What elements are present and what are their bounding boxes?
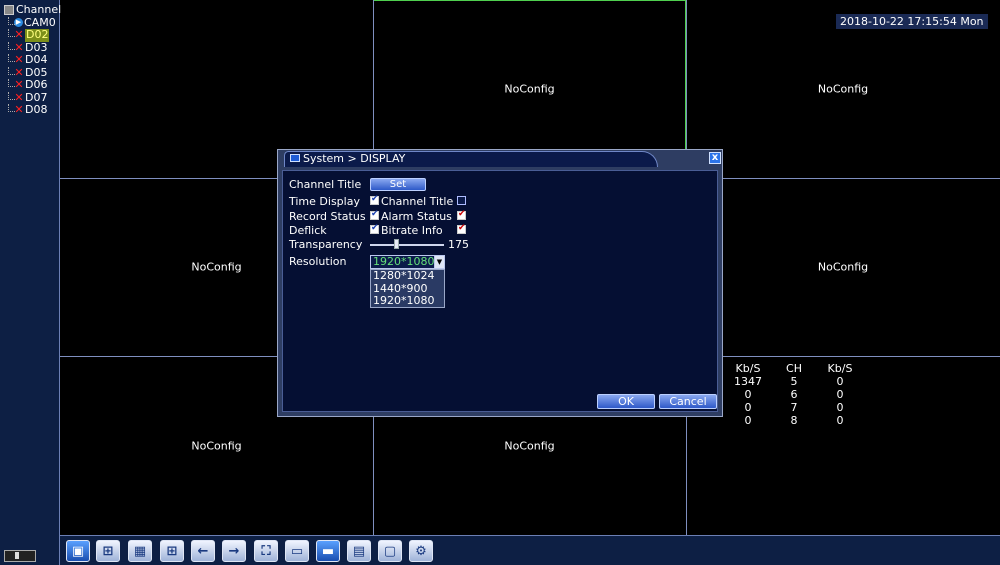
channel-item-d02[interactable]: ✕ D02 xyxy=(4,28,61,42)
table-row: 0 6 0 xyxy=(726,388,862,401)
kbs-value: 0 xyxy=(836,388,844,401)
settings-icon[interactable]: ⚙ xyxy=(409,540,433,562)
channel-label: D08 xyxy=(25,103,48,116)
bitrate-header-row: Kb/S CH Kb/S xyxy=(726,362,862,375)
bitrate-info-checkbox[interactable] xyxy=(457,223,466,234)
single-view-icon[interactable]: ▣ xyxy=(66,540,90,562)
disconnected-x-icon: ✕ xyxy=(14,78,24,91)
record-icon[interactable]: ▢ xyxy=(378,540,402,562)
transparency-value: 175 xyxy=(448,238,469,251)
cancel-button[interactable]: Cancel xyxy=(659,394,717,409)
table-row: 0 8 0 xyxy=(726,414,862,427)
ok-button[interactable]: OK xyxy=(597,394,655,409)
previous-arrow-icon[interactable]: ← xyxy=(191,540,215,562)
cell-status: NoConfig xyxy=(504,82,555,96)
kbs-value: 0 xyxy=(744,401,752,414)
display-icon[interactable]: ▬ xyxy=(316,540,340,562)
next-arrow-icon[interactable]: → xyxy=(222,540,246,562)
cell-status: NoConfig xyxy=(191,439,242,452)
kbs-value: 0 xyxy=(836,401,844,414)
fullscreen-icon[interactable]: ⛶ xyxy=(254,540,278,562)
nine-view-icon[interactable]: ▦ xyxy=(128,540,152,562)
header-ch: CH xyxy=(786,362,802,375)
dialog-body: Channel Title Set Time Display Channel T… xyxy=(282,170,718,412)
record-status-checkbox[interactable] xyxy=(370,209,379,220)
resolution-dropdown-list: 1280*1024 1440*900 1920*1080 xyxy=(370,269,445,308)
camera-connected-icon: ▶ xyxy=(14,18,23,28)
display-settings-dialog: System > DISPLAY x Channel Title Set Tim… xyxy=(277,149,723,417)
ch-value: 8 xyxy=(790,414,798,427)
ch-value: 7 xyxy=(790,401,798,414)
bottom-toolbar: ▣ ⊞ ▦ ⊞ ← → ⛶ ▭ ▬ ▤ ▢ ⚙ xyxy=(60,535,1000,565)
channel-title-label: Channel Title xyxy=(289,178,362,191)
channel-item-d08[interactable]: ✕ D08 xyxy=(4,103,61,117)
kbs-value: 1347 xyxy=(734,375,762,388)
header-kbs-1: Kb/S xyxy=(735,362,761,375)
channel-label: D06 xyxy=(25,78,48,91)
channel-sidebar: Channel ▶ CAM0 ✕ D02 ✕ D03 ✕ D04 ✕ D05 ✕… xyxy=(0,0,62,565)
monitor-icon xyxy=(290,154,300,162)
monitor-icon[interactable]: ▭ xyxy=(285,540,309,562)
cell-status: NoConfig xyxy=(504,439,555,452)
video-cell-6[interactable]: NoConfig xyxy=(686,178,1000,356)
disconnected-x-icon: ✕ xyxy=(14,53,24,66)
bitrate-table: Kb/S CH Kb/S 1347 5 0 0 6 0 0 7 0 0 8 0 xyxy=(726,362,862,427)
time-display-label: Time Display xyxy=(289,195,360,208)
transparency-slider[interactable] xyxy=(370,244,444,246)
resolution-select[interactable]: 1920*1080 ▼ xyxy=(370,255,445,269)
alarm-status-label: Alarm Status xyxy=(381,210,452,223)
disconnected-x-icon: ✕ xyxy=(14,28,24,41)
collapse-icon[interactable] xyxy=(4,5,14,16)
ch-value: 6 xyxy=(790,388,798,401)
channel-label: D02 xyxy=(25,28,50,42)
cell-status: NoConfig xyxy=(817,82,869,96)
header-kbs-2: Kb/S xyxy=(827,362,853,375)
datetime-display: 2018-10-22 17:15:54 Mon xyxy=(836,14,988,29)
sidebar-scrollbar[interactable] xyxy=(4,550,36,562)
resolution-option[interactable]: 1280*1024 xyxy=(371,269,444,283)
deflick-checkbox[interactable] xyxy=(370,223,379,234)
kbs-value: 0 xyxy=(744,414,752,427)
quad-view-icon[interactable]: ⊞ xyxy=(96,540,120,562)
channel-title-checkbox-label: Channel Title xyxy=(381,195,454,208)
chevron-down-icon[interactable]: ▼ xyxy=(434,256,444,268)
playback-icon[interactable]: ▤ xyxy=(347,540,371,562)
channel-title-checkbox[interactable] xyxy=(457,196,466,205)
kbs-value: 0 xyxy=(836,414,844,427)
sixteen-view-icon[interactable]: ⊞ xyxy=(160,540,184,562)
close-icon[interactable]: x xyxy=(709,152,721,164)
channel-label: D04 xyxy=(25,53,48,66)
dialog-title: System > DISPLAY xyxy=(303,152,406,165)
resolution-label: Resolution xyxy=(289,255,347,268)
set-button[interactable]: Set xyxy=(370,178,426,191)
deflick-label: Deflick xyxy=(289,224,327,237)
dialog-title-bar[interactable]: System > DISPLAY x xyxy=(278,150,722,168)
bitrate-stats: Kb/S CH Kb/S 1347 5 0 0 6 0 0 7 0 0 8 0 xyxy=(726,362,862,427)
channel-tree-root[interactable]: Channel xyxy=(4,3,62,17)
channel-item-d04[interactable]: ✕ D04 xyxy=(4,53,61,67)
alarm-status-checkbox[interactable] xyxy=(457,209,466,220)
record-status-label: Record Status xyxy=(289,210,366,223)
resolution-selected-value: 1920*1080 xyxy=(373,255,435,268)
transparency-label: Transparency xyxy=(289,238,363,251)
table-row: 0 7 0 xyxy=(726,401,862,414)
time-display-checkbox[interactable] xyxy=(370,194,379,205)
resolution-option[interactable]: 1920*1080 xyxy=(371,294,444,308)
kbs-value: 0 xyxy=(836,375,844,388)
disconnected-x-icon: ✕ xyxy=(14,103,24,116)
channel-root-label: Channel xyxy=(16,3,62,16)
kbs-value: 0 xyxy=(744,388,752,401)
table-row: 1347 5 0 xyxy=(726,375,862,388)
ch-value: 5 xyxy=(790,375,798,388)
transparency-slider-thumb[interactable] xyxy=(394,239,399,249)
channel-item-d06[interactable]: ✕ D06 xyxy=(4,78,61,92)
bitrate-info-label: Bitrate Info xyxy=(381,224,443,237)
cell-status: NoConfig xyxy=(817,260,869,274)
scrollbar-thumb[interactable] xyxy=(15,552,19,559)
channel-tree: Channel ▶ CAM0 ✕ D02 ✕ D03 ✕ D04 ✕ D05 ✕… xyxy=(4,3,62,117)
